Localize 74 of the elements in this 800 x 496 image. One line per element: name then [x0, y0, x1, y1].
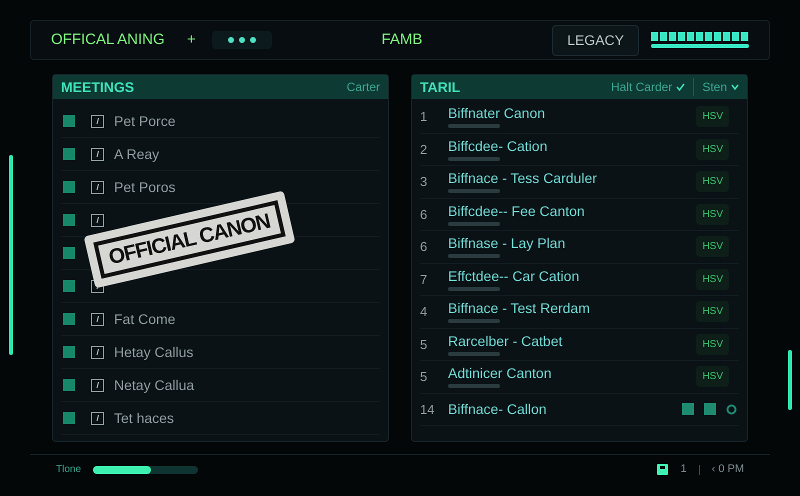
status-badge: HSV — [696, 268, 729, 290]
checkbox[interactable] — [91, 312, 104, 326]
filter-dropdown[interactable]: Halt Carder — [610, 78, 686, 96]
row-number: 5 — [420, 368, 428, 386]
status-badge: HSV — [696, 204, 729, 225]
panel-title: TARIL — [420, 78, 462, 96]
status-label: Tlone — [56, 463, 82, 477]
subtitle-bar — [448, 124, 500, 128]
center-title: FAMB — [382, 30, 424, 50]
row-title: Biffnace - Tess Carduler — [448, 170, 598, 186]
row-number: 6 — [420, 206, 428, 224]
row-number: 14 — [420, 400, 436, 418]
panel-title: MEETINGS — [61, 78, 134, 96]
status-badge: HSV — [696, 236, 729, 258]
circle-icon[interactable] — [726, 404, 737, 415]
subtitle-bar — [448, 254, 500, 258]
subtitle-bar — [448, 384, 500, 388]
subtitle-bar — [448, 156, 500, 161]
save-icon[interactable] — [657, 464, 668, 475]
row-title: Biffnace- Callon — [448, 401, 548, 418]
row-title: Biffnace - Test Rerdam — [448, 300, 591, 316]
chevron-down-icon — [731, 84, 739, 90]
row-title: Biffcdee-- Fee Canton — [448, 202, 586, 219]
row-title: Adtinicer Canton — [448, 365, 553, 382]
status-badge: HSV — [696, 138, 729, 160]
row-number: 5 — [420, 336, 428, 354]
check-icon — [676, 83, 686, 91]
item-label: Fat Come — [114, 310, 176, 328]
grid-icon[interactable] — [704, 403, 716, 416]
row-number: 3 — [420, 173, 428, 191]
row-number: 4 — [420, 303, 428, 321]
checkbox[interactable] — [91, 180, 104, 194]
status-badge: HSV — [696, 334, 729, 355]
subtitle-bar — [448, 286, 500, 291]
subtitle-bar — [448, 352, 500, 356]
row-number: 6 — [420, 238, 428, 256]
status-badge: HSV — [696, 171, 729, 192]
row-number: 7 — [420, 270, 428, 288]
row-number: 2 — [420, 140, 428, 158]
item-label: Tet haces — [114, 408, 174, 428]
checkbox[interactable] — [91, 412, 104, 424]
more-icon — [228, 37, 256, 43]
right-glow-bar — [788, 350, 792, 410]
row-title: Effctdee-- Car Cation — [448, 268, 580, 284]
checkbox[interactable] — [91, 378, 104, 392]
clock-time: ‹ 0 PM — [712, 462, 744, 478]
page-number: 1 — [680, 462, 687, 478]
more-button[interactable] — [212, 31, 272, 49]
row-title: Biffnase - Lay Plan — [448, 235, 566, 252]
item-label: A Reay — [114, 144, 160, 164]
stamp: OFFICIAL CANON — [84, 190, 295, 288]
row-title: Rarcelber - Catbet — [448, 332, 564, 349]
checkbox[interactable] — [91, 148, 104, 160]
row-title: Biffnater Canon — [448, 105, 546, 122]
subtitle-bar — [448, 189, 500, 194]
cancel-link[interactable]: Carter — [346, 78, 380, 96]
checkbox[interactable] — [91, 214, 104, 226]
status-badge: HSV — [696, 301, 729, 322]
add-button[interactable]: + — [183, 28, 200, 52]
sort-dropdown[interactable]: Sten — [693, 78, 739, 96]
item-label: Pet Porce — [114, 112, 176, 130]
item-label: Hetay Callus — [114, 342, 194, 362]
status-badge: HSV — [696, 366, 729, 388]
item-label: Netay Callua — [114, 376, 194, 395]
checkbox[interactable] — [91, 346, 104, 358]
row-title: Biffcdee- Cation — [448, 138, 548, 154]
app-title: OFFICAL ANING — [51, 30, 166, 50]
status-badge: HSV — [696, 106, 729, 128]
subtitle-bar — [448, 222, 500, 226]
subtitle-bar — [448, 319, 500, 324]
checkbox[interactable] — [91, 114, 104, 128]
legacy-button[interactable]: LEGACY — [552, 24, 639, 56]
grid-icon[interactable] — [682, 403, 694, 416]
row-number: 1 — [420, 108, 428, 126]
